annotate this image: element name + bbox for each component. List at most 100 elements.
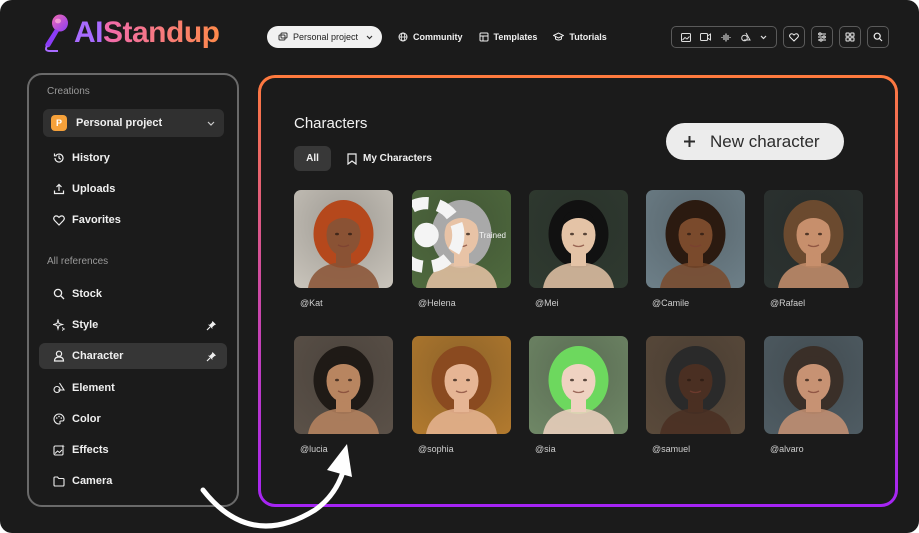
filter-all-button[interactable]: All: [294, 146, 331, 171]
folder-icon: [53, 475, 65, 487]
sidebar-project-dropdown[interactable]: P Personal project: [43, 109, 224, 137]
search-icon: [53, 288, 65, 300]
nav-templates-label: Templates: [493, 32, 538, 42]
sidebar-item-style[interactable]: Style: [39, 312, 227, 338]
search-icon: [873, 32, 883, 42]
character-portrait[interactable]: [294, 190, 393, 288]
palette-icon: [53, 413, 65, 425]
upload-icon: [53, 183, 65, 195]
portrait-image: [294, 190, 393, 288]
portrait-image: [294, 336, 393, 434]
sidebar-item-label: Uploads: [72, 183, 116, 195]
character-handle: @Mei: [535, 298, 559, 308]
nav-templates[interactable]: Templates: [479, 32, 538, 42]
character-handle: @Kat: [300, 298, 323, 308]
layers-icon: [278, 32, 288, 41]
graduation-cap-icon: [553, 32, 565, 41]
portrait-image: [764, 336, 863, 434]
sidebar-item-element[interactable]: Element: [39, 375, 227, 401]
heart-icon: [789, 32, 799, 42]
character-handle: @Camile: [652, 298, 690, 308]
globe-icon: [398, 32, 408, 42]
character-card[interactable]: @sia: [529, 336, 628, 454]
character-card[interactable]: @Rafael: [764, 190, 863, 308]
new-character-button[interactable]: New character: [666, 123, 844, 160]
character-handle: @Rafael: [770, 298, 806, 308]
portrait-image: [646, 336, 745, 434]
chevron-down-icon: [207, 121, 215, 126]
history-icon: [53, 153, 64, 163]
app-window: AIStandup Personal project Community Tem…: [0, 0, 919, 533]
shapes-3d-icon[interactable]: [740, 32, 751, 42]
image-icon[interactable]: [680, 32, 691, 42]
sidebar-item-color[interactable]: Color: [39, 406, 227, 432]
character-card[interactable]: @Kat: [294, 190, 393, 308]
pin-icon[interactable]: [206, 320, 217, 331]
character-portrait[interactable]: [529, 190, 628, 288]
gear-icon: [412, 197, 465, 273]
template-icon: [479, 32, 489, 42]
top-navigation: Personal project Community Templates Tut…: [267, 26, 607, 48]
character-card[interactable]: @alvaro: [764, 336, 863, 454]
character-portrait[interactable]: [764, 336, 863, 434]
media-type-selector[interactable]: [671, 26, 777, 48]
toolbar: [671, 26, 889, 48]
character-portrait[interactable]: [529, 336, 628, 434]
sidebar-item-label: Character: [72, 350, 124, 362]
brand-name-part2: Standup: [103, 16, 220, 49]
sidebar-item-label: History: [72, 152, 110, 164]
character-card[interactable]: @samuel: [646, 336, 745, 454]
portrait-image: [646, 190, 745, 288]
sidebar-item-favorites[interactable]: Favorites: [39, 207, 227, 233]
bookmark-icon: [347, 152, 357, 165]
filter-my-characters-label: My Characters: [363, 153, 432, 164]
sidebar-item-label: Color: [72, 413, 101, 425]
sidebar-item-label: Stock: [72, 288, 102, 300]
settings-sliders-button[interactable]: [811, 26, 833, 48]
chevron-down-icon[interactable]: [760, 35, 767, 40]
sidebar-item-stock[interactable]: Stock: [39, 281, 227, 307]
character-card[interactable]: @Camile: [646, 190, 745, 308]
character-card[interactable]: @Mei: [529, 190, 628, 308]
character-portrait[interactable]: [764, 190, 863, 288]
character-handle: @sophia: [418, 444, 454, 454]
favorites-button[interactable]: [783, 26, 805, 48]
grid-view-button[interactable]: [839, 26, 861, 48]
character-handle: @alvaro: [770, 444, 804, 454]
plus-icon: [684, 136, 695, 147]
creations-heading: Creations: [47, 86, 90, 97]
audio-wave-icon[interactable]: [721, 33, 731, 42]
sidebar-project-label: Personal project: [76, 117, 163, 129]
shapes-icon: [53, 382, 65, 394]
character-card[interactable]: Trained @Helena: [412, 190, 511, 308]
character-portrait[interactable]: [646, 336, 745, 434]
project-dropdown[interactable]: Personal project: [267, 26, 383, 48]
chevron-down-icon: [366, 35, 373, 39]
sidebar-item-label: Favorites: [72, 214, 121, 226]
character-portrait[interactable]: [412, 336, 511, 434]
character-portrait[interactable]: Trained: [412, 190, 511, 288]
sidebar-item-history[interactable]: History: [39, 145, 227, 171]
brand-logo[interactable]: AIStandup: [38, 13, 220, 53]
sparkles-icon: [53, 319, 65, 331]
sidebar-item-character[interactable]: Character: [39, 343, 227, 369]
video-icon[interactable]: [700, 33, 712, 41]
portrait-image: [764, 190, 863, 288]
character-handle: @Helena: [418, 298, 456, 308]
sliders-icon: [818, 32, 826, 42]
character-card[interactable]: @sophia: [412, 336, 511, 454]
nav-community[interactable]: Community: [398, 32, 463, 42]
nav-tutorials[interactable]: Tutorials: [553, 32, 607, 42]
microphone-logo-icon: [45, 14, 68, 52]
heart-icon: [53, 214, 65, 226]
sidebar-item-uploads[interactable]: Uploads: [39, 176, 227, 202]
brand-name-part1: AI: [74, 16, 104, 49]
pin-icon[interactable]: [206, 351, 217, 362]
character-portrait[interactable]: [294, 336, 393, 434]
search-button[interactable]: [867, 26, 889, 48]
filter-my-characters-button[interactable]: My Characters: [347, 148, 432, 169]
character-handle: @sia: [535, 444, 556, 454]
project-dropdown-label: Personal project: [293, 32, 359, 42]
nav-community-label: Community: [413, 32, 463, 42]
character-portrait[interactable]: [646, 190, 745, 288]
